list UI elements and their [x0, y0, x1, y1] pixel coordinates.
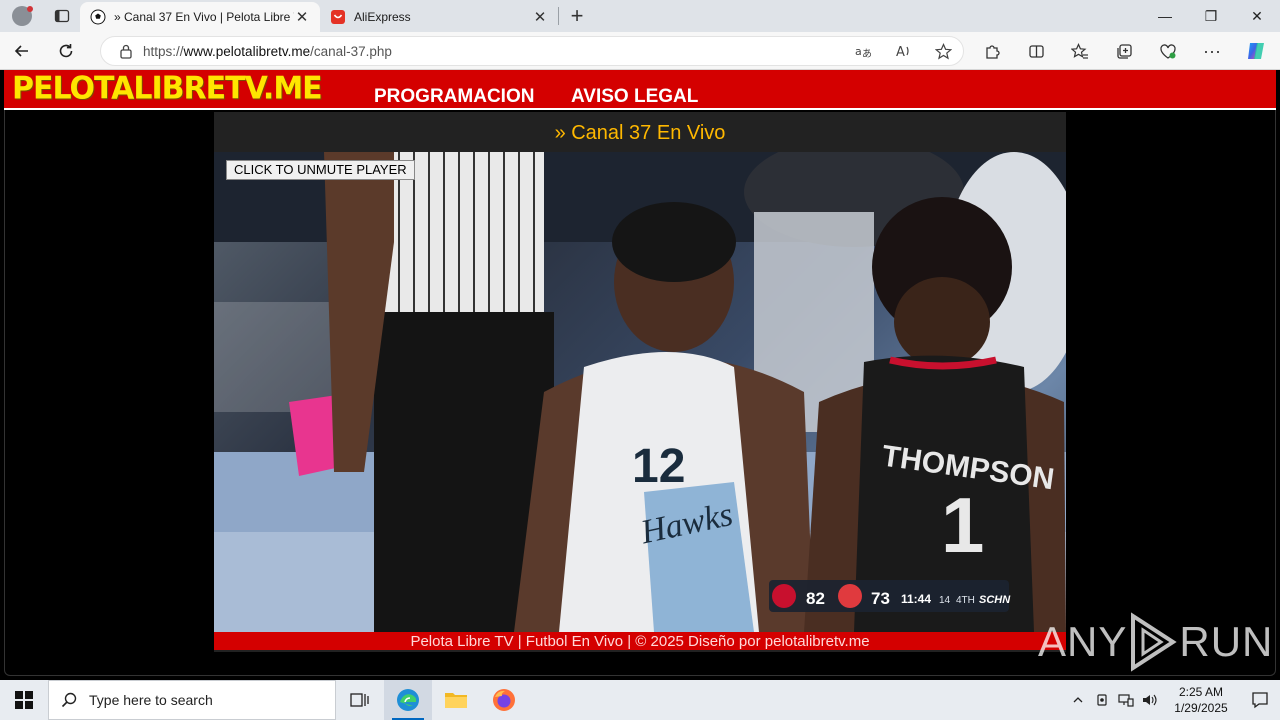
jersey-number-1: 1	[941, 481, 984, 569]
extensions-button[interactable]	[970, 32, 1014, 70]
favorites-button[interactable]	[1058, 32, 1102, 70]
browser-essentials-button[interactable]	[1146, 32, 1190, 70]
clock-date: 1/29/2025	[1174, 701, 1228, 715]
tab-close-icon[interactable]: ✕	[532, 8, 548, 26]
tab-title: AliExpress	[354, 10, 411, 24]
start-button[interactable]	[0, 680, 48, 720]
network-logo: SCHN	[979, 594, 1011, 606]
tab-aliexpress[interactable]: AliExpress ✕	[320, 2, 558, 32]
tab-close-icon[interactable]: ✕	[294, 8, 310, 26]
web-page: PELOTALIBRETV.ME PROGRAMACION AVISO LEGA…	[0, 70, 1280, 680]
watermark-text-right: RUN	[1179, 618, 1274, 665]
rockets-logo-icon	[772, 584, 796, 608]
volume-icon[interactable]	[1138, 693, 1162, 707]
notifications-button[interactable]	[1240, 691, 1280, 709]
favorite-star-icon[interactable]	[923, 42, 963, 60]
split-screen-icon	[1028, 44, 1044, 58]
search-icon	[49, 692, 89, 708]
browser-toolbar: https://www.pelotalibretv.me/canal-37.ph…	[0, 32, 1280, 70]
watermark-text-left: ANY	[1038, 618, 1128, 665]
game-clock: 11:44	[901, 592, 931, 606]
nav-aviso-legal[interactable]: AVISO LEGAL	[571, 86, 698, 108]
task-view-button[interactable]	[336, 680, 384, 720]
notification-icon	[1252, 692, 1268, 709]
hawks-logo-icon	[838, 584, 862, 608]
read-aloud-icon[interactable]: A	[883, 43, 923, 60]
score-rockets: 82	[806, 589, 825, 608]
taskbar-search-box[interactable]: Type here to search	[48, 680, 336, 720]
plus-icon: +	[570, 3, 584, 28]
channel-title: » Canal 37 En Vivo	[554, 122, 726, 144]
search-placeholder: Type here to search	[89, 692, 213, 708]
translate-icon[interactable]: aあ	[843, 43, 883, 60]
minimize-button[interactable]: —	[1142, 0, 1188, 32]
system-tray: 2:25 AM 1/29/2025	[1066, 680, 1280, 720]
taskbar-file-explorer[interactable]	[432, 680, 480, 720]
tab-title: » Canal 37 En Vivo | Pelota Libre TV	[114, 10, 294, 24]
nav-programacion[interactable]: PROGRAMACION	[374, 86, 534, 108]
copilot-button[interactable]	[1234, 32, 1278, 70]
tab-actions-icon	[54, 9, 70, 23]
taskbar-firefox[interactable]	[480, 680, 528, 720]
copilot-icon	[1248, 43, 1264, 59]
site-logo[interactable]: PELOTALIBRETV.ME	[12, 70, 323, 107]
windows-logo-icon	[15, 691, 33, 709]
task-view-icon	[350, 693, 369, 707]
firefox-icon	[493, 689, 515, 711]
score-hawks: 73	[871, 589, 890, 608]
url-host: www.pelotalibretv.me	[183, 43, 311, 59]
windows-taskbar: Type here to search 2:25 AM 1/29/2025	[0, 680, 1280, 720]
browser-titlebar: » Canal 37 En Vivo | Pelota Libre TV ✕ A…	[0, 0, 1280, 32]
tab-actions-button[interactable]	[44, 0, 80, 32]
settings-more-button[interactable]: ···	[1190, 32, 1234, 70]
restore-button[interactable]: ❐	[1188, 0, 1234, 32]
arrow-left-icon	[14, 44, 28, 57]
video-frame: 12 Hawks THOMPSON 1 82 73 11:44 14 4TH S…	[214, 152, 1066, 632]
ellipsis-icon: ···	[1203, 40, 1221, 61]
chevron-up-icon[interactable]	[1066, 694, 1090, 706]
refresh-button[interactable]	[44, 32, 88, 70]
site-footer: Pelota Libre TV | Futbol En Vivo | © 202…	[214, 632, 1066, 650]
split-screen-button[interactable]	[1014, 32, 1058, 70]
close-window-button[interactable]: ✕	[1234, 0, 1280, 32]
notification-dot	[27, 6, 33, 12]
svg-text:あ: あ	[862, 48, 871, 59]
collections-icon	[1116, 43, 1132, 59]
unmute-player-button[interactable]: CLICK TO UNMUTE PLAYER	[226, 160, 415, 180]
window-controls: — ❐ ✕	[1142, 0, 1280, 32]
jersey-number-12: 12	[632, 440, 685, 493]
svg-text:a: a	[855, 45, 862, 58]
heart-pulse-icon	[1160, 43, 1176, 59]
site-header: PELOTALIBRETV.ME PROGRAMACION AVISO LEGA…	[4, 70, 1276, 110]
favorites-icon	[1071, 42, 1088, 59]
collections-button[interactable]	[1102, 32, 1146, 70]
profile-button[interactable]	[0, 0, 44, 32]
shot-clock: 14	[939, 595, 951, 606]
period: 4TH	[956, 595, 975, 606]
main-column: » Canal 37 En Vivo 12 Hawks THOMPSON 1 8…	[214, 112, 1066, 652]
refresh-icon	[59, 43, 73, 57]
taskbar-clock[interactable]: 2:25 AM 1/29/2025	[1162, 684, 1240, 716]
aliexpress-icon	[330, 9, 346, 25]
back-button[interactable]	[0, 32, 44, 70]
scorebug: 82 73 11:44 14 4TH SCHN	[769, 580, 1011, 612]
lock-icon[interactable]	[109, 43, 143, 59]
video-player[interactable]: 12 Hawks THOMPSON 1 82 73 11:44 14 4TH S…	[214, 152, 1066, 632]
play-triangle-icon	[1131, 612, 1178, 672]
url-path: /canal-37.php	[310, 43, 392, 59]
new-tab-button[interactable]: +	[559, 0, 595, 32]
soccer-ball-icon	[90, 9, 106, 25]
puzzle-icon	[985, 44, 1000, 59]
url-scheme: https://	[143, 43, 184, 59]
device-icon[interactable]	[1090, 693, 1114, 707]
anyrun-watermark: ANY RUN	[1038, 612, 1273, 672]
svg-text:A: A	[896, 45, 905, 59]
clock-time: 2:25 AM	[1178, 685, 1224, 699]
taskbar-edge[interactable]	[384, 680, 432, 720]
network-icon[interactable]	[1114, 693, 1138, 707]
tab-canal-37[interactable]: » Canal 37 En Vivo | Pelota Libre TV ✕	[80, 2, 320, 32]
address-bar[interactable]: https://www.pelotalibretv.me/canal-37.ph…	[100, 36, 964, 66]
folder-icon	[445, 693, 467, 708]
edge-icon	[397, 689, 419, 711]
